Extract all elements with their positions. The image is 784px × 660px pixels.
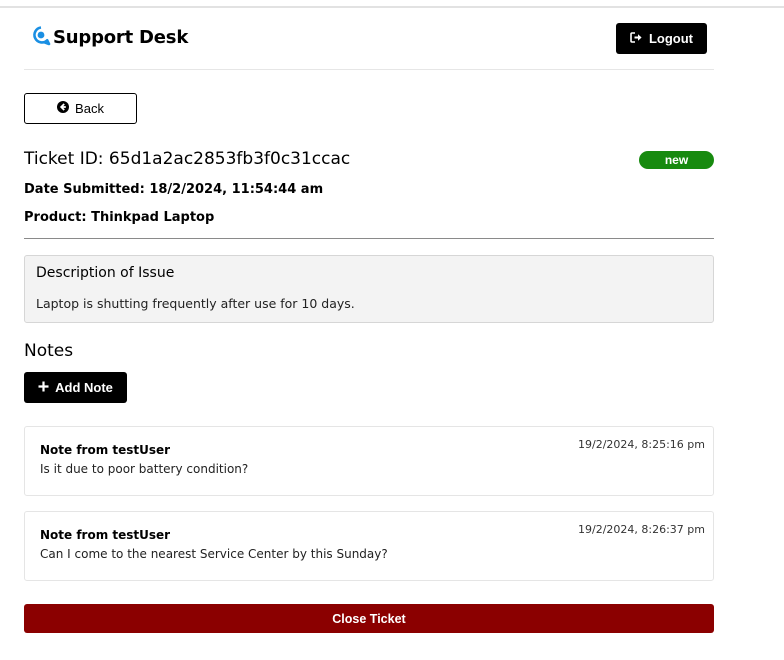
back-button[interactable]: Back [24, 93, 137, 124]
description-text: Laptop is shutting frequently after use … [36, 296, 355, 311]
section-divider [24, 238, 714, 239]
close-ticket-button[interactable]: Close Ticket [24, 604, 714, 633]
add-note-label: Add Note [55, 380, 113, 395]
question-bubble-icon [31, 26, 51, 46]
logout-label: Logout [648, 31, 694, 46]
note-date: 19/2/2024, 8:26:37 pm [578, 523, 705, 536]
description-box: Description of Issue Laptop is shutting … [24, 255, 714, 323]
note-date: 19/2/2024, 8:25:16 pm [578, 438, 705, 451]
plus-icon [38, 380, 49, 395]
logout-button[interactable]: Logout [616, 23, 707, 54]
arrow-circle-left-icon [57, 101, 70, 116]
header-divider [24, 69, 714, 70]
note-author: Note from testUser [40, 443, 171, 457]
app-title[interactable]: Support Desk [53, 27, 188, 48]
add-note-button[interactable]: Add Note [24, 372, 127, 403]
note-text: Is it due to poor battery condition? [40, 462, 249, 476]
sign-out-icon [630, 31, 643, 46]
ticket-id: Ticket ID: 65d1a2ac2853fb3f0c31ccac [24, 149, 351, 169]
note-card: Note from testUser Is it due to poor bat… [24, 426, 714, 496]
note-text: Can I come to the nearest Service Center… [40, 547, 388, 561]
back-label: Back [75, 101, 104, 116]
note-author: Note from testUser [40, 528, 171, 542]
product-name: Product: Thinkpad Laptop [24, 210, 215, 225]
notes-heading: Notes [24, 341, 74, 361]
status-badge: new [639, 151, 714, 169]
top-border [0, 6, 784, 8]
description-title: Description of Issue [36, 265, 175, 281]
note-card: Note from testUser Can I come to the nea… [24, 511, 714, 581]
date-submitted: Date Submitted: 18/2/2024, 11:54:44 am [24, 182, 324, 197]
